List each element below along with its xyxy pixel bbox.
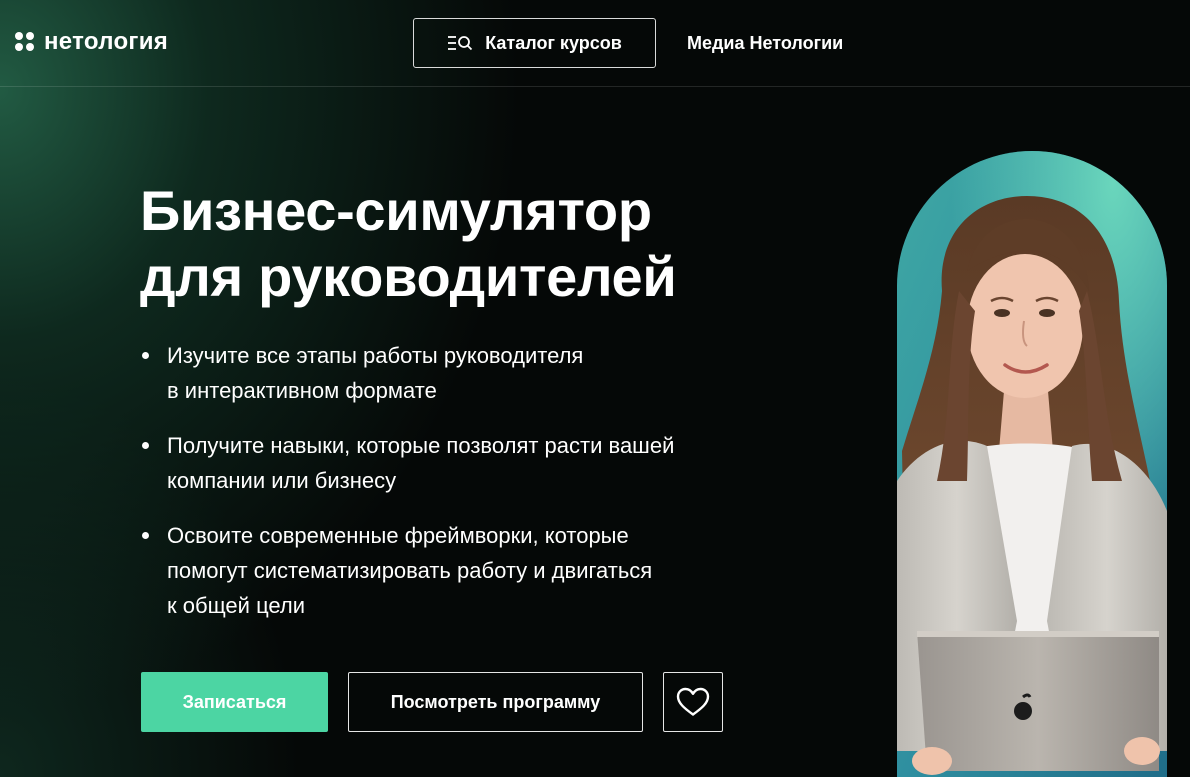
list-item-line: в интерактивном формате <box>167 378 437 403</box>
hero-title: Бизнес-симулятор для руководителей <box>140 178 677 310</box>
logo-text: нетология <box>44 28 169 55</box>
list-item: Изучите все этапы работы руководителя в … <box>140 338 820 408</box>
list-item-line: компании или бизнесу <box>167 468 397 493</box>
list-item-line: Освоите современные фреймворки, которые <box>167 523 629 548</box>
catalog-button[interactable]: Каталог курсов <box>413 18 656 68</box>
list-item-line: Изучите все этапы работы руководителя <box>167 343 584 368</box>
woman-with-laptop-illustration <box>897 151 1167 777</box>
site-header: нетология Каталог курсов Медиа Нетологии <box>0 0 1190 87</box>
catalog-button-label: Каталог курсов <box>485 32 622 53</box>
catalog-search-icon <box>448 36 473 51</box>
hero-photo <box>897 151 1167 777</box>
enroll-button[interactable]: Записаться <box>141 672 328 732</box>
list-item-line: помогут систематизировать работу и двига… <box>167 558 653 583</box>
favorite-button[interactable] <box>663 672 723 732</box>
media-link[interactable]: Медиа Нетологии <box>687 33 843 54</box>
four-dots-logo-icon <box>15 32 35 52</box>
heart-icon <box>676 687 710 716</box>
hero-title-line-1: Бизнес-симулятор <box>140 179 652 242</box>
hero-title-line-2: для руководителей <box>140 245 677 308</box>
list-item: Освоите современные фреймворки, которые … <box>140 518 820 623</box>
list-item: Получите навыки, которые позволят расти … <box>140 428 820 498</box>
benefits-list: Изучите все этапы работы руководителя в … <box>140 338 820 643</box>
landing-page: нетология Каталог курсов Медиа Нетологии… <box>0 0 1190 777</box>
list-item-line: к общей цели <box>167 593 306 618</box>
view-program-button[interactable]: Посмотреть программу <box>348 672 643 732</box>
list-item-line: Получите навыки, которые позволят расти … <box>167 433 675 458</box>
site-logo[interactable]: нетология <box>15 28 168 56</box>
